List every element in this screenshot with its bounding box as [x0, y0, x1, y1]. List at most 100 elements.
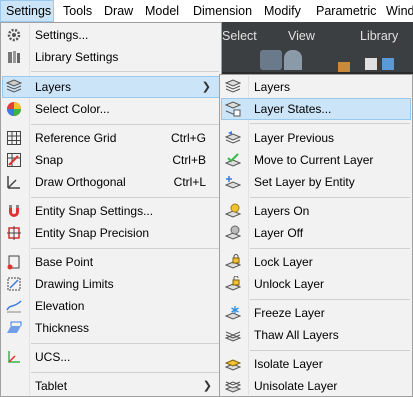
ribbon-background: Select View Library [220, 22, 413, 72]
menu-item-layers-on[interactable]: Layers On [221, 200, 411, 222]
ribbon-tool-icon[interactable] [260, 50, 282, 70]
menu-parametric[interactable]: Parametric [316, 0, 376, 22]
menu-separator [250, 197, 410, 198]
menu-item-base-point[interactable]: Base Point [2, 251, 220, 273]
menu-settings[interactable]: Settings [0, 0, 54, 22]
menu-separator [250, 123, 410, 124]
menu-dimension[interactable]: Dimension [193, 0, 252, 22]
menu-bar: Settings Tools Draw Model Dimension Modi… [0, 0, 413, 23]
menu-item-drawing-limits[interactable]: Drawing Limits [2, 273, 220, 295]
ribbon-tool-icon[interactable] [382, 58, 394, 70]
bulb-off-icon [225, 225, 241, 240]
menu-item-label: Thickness [35, 321, 90, 335]
menu-item-reference-grid[interactable]: Reference Grid Ctrl+G [2, 127, 220, 149]
menu-item-layer-previous[interactable]: Layer Previous [221, 127, 411, 149]
menu-item-layer-states[interactable]: Layer States... [221, 98, 411, 120]
menu-item-ucs[interactable]: UCS... [2, 346, 220, 368]
menu-item-label: Isolate Layer [254, 357, 323, 371]
menu-item-move-to-current-layer[interactable]: Move to Current Layer [221, 149, 411, 171]
menu-item-lock-layer[interactable]: Lock Layer [221, 251, 411, 273]
menu-item-entity-snap-settings[interactable]: Entity Snap Settings... [2, 200, 220, 222]
menu-item-thaw-all-layers[interactable]: Thaw All Layers [221, 324, 411, 346]
menu-item-library-settings[interactable]: Library Settings [2, 46, 220, 68]
menu-item-settings[interactable]: Settings... [2, 24, 220, 46]
menu-item-label: Move to Current Layer [254, 153, 374, 167]
menu-item-label: UCS... [35, 350, 71, 364]
menu-item-select-color[interactable]: Select Color... [2, 98, 220, 120]
menu-item-label: Layer States... [254, 102, 332, 116]
ortho-icon [7, 176, 20, 189]
menu-separator [31, 372, 219, 373]
menu-item-layer-off[interactable]: Layer Off [221, 222, 411, 244]
drawing-limits-icon [7, 277, 21, 291]
layer-states-icon [225, 101, 241, 117]
menu-item-label: Lock Layer [254, 255, 313, 269]
menu-separator [31, 124, 219, 125]
ucs-icon [8, 351, 20, 363]
menu-item-layers[interactable]: Layers ❯ [2, 76, 220, 98]
menu-tools[interactable]: Tools [63, 0, 92, 22]
shortcut-label: Ctrl+G [170, 131, 206, 145]
menu-separator [31, 197, 219, 198]
base-point-icon [7, 255, 20, 270]
menu-item-label: Thaw All Layers [254, 328, 339, 342]
menu-item-label: Set Layer by Entity [254, 175, 355, 189]
menu-draw[interactable]: Draw [104, 0, 133, 22]
settings-menu: Settings... Library Settings Layers ❯ Se… [0, 22, 222, 397]
unlock-icon [225, 276, 241, 291]
tab-library[interactable]: Library [360, 26, 398, 46]
menu-model[interactable]: Model [145, 0, 179, 22]
ribbon-tool-icon[interactable] [365, 58, 377, 70]
menu-separator [31, 71, 219, 72]
shortcut-label: Ctrl+L [173, 175, 206, 189]
layers-icon [6, 79, 22, 93]
elevation-icon [6, 300, 22, 313]
menu-separator [31, 343, 219, 344]
snap-icon [7, 153, 21, 167]
ribbon-tool-icon[interactable] [284, 50, 302, 70]
isolate-icon [225, 359, 241, 371]
menu-item-label: Unisolate Layer [254, 379, 338, 393]
layers-submenu: Layers Layer States... Layer Previous Mo… [219, 74, 413, 397]
gear-icon [7, 28, 21, 42]
menu-item-label: Tablet [35, 379, 68, 393]
menu-separator [250, 248, 410, 249]
menu-item-label: Entity Snap Settings... [35, 204, 154, 218]
menu-item-label: Layers [35, 80, 72, 94]
menu-item-label: Layer Off [254, 226, 304, 240]
menu-item-draw-orthogonal[interactable]: Draw Orthogonal Ctrl+L [2, 171, 220, 193]
ribbon-tool-icon[interactable] [338, 62, 350, 72]
menu-item-elevation[interactable]: Elevation [2, 295, 220, 317]
menu-separator [250, 350, 410, 351]
menu-item-entity-snap-precision[interactable]: Entity Snap Precision [2, 222, 220, 244]
menu-item-thickness[interactable]: Thickness [2, 317, 220, 339]
menu-item-label: Layers On [254, 204, 310, 218]
menu-item-freeze-layer[interactable]: Freeze Layer [221, 302, 411, 324]
lock-icon [225, 254, 241, 269]
unisolate-icon [225, 381, 241, 393]
tab-view[interactable]: View [288, 26, 315, 46]
bulb-on-icon [225, 203, 241, 218]
menu-item-unisolate-layer[interactable]: Unisolate Layer [221, 375, 411, 397]
tab-select[interactable]: Select [222, 26, 257, 46]
set-layer-icon [225, 176, 241, 189]
move-to-layer-icon [225, 153, 241, 167]
menu-item-label: Layers [254, 80, 291, 94]
grid-icon [7, 131, 21, 145]
menu-item-label: Settings... [35, 28, 89, 42]
menu-modify[interactable]: Modify [264, 0, 301, 22]
menu-item-isolate-layer[interactable]: Isolate Layer [221, 353, 411, 375]
menu-item-label: Library Settings [35, 50, 119, 64]
menu-separator [31, 248, 219, 249]
snap-precision-icon [7, 226, 21, 240]
shortcut-label: Ctrl+B [172, 153, 206, 167]
menu-item-layers[interactable]: Layers [221, 76, 411, 98]
menu-item-label: Freeze Layer [254, 306, 325, 320]
menu-item-tablet[interactable]: Tablet ❯ [2, 375, 220, 397]
menu-item-unlock-layer[interactable]: Unlock Layer [221, 273, 411, 295]
menu-item-label: Base Point [35, 255, 94, 269]
menu-item-set-layer-by-entity[interactable]: Set Layer by Entity [221, 171, 411, 193]
menu-window[interactable]: Wind [386, 0, 413, 22]
thickness-icon [7, 321, 22, 333]
menu-item-snap[interactable]: Snap Ctrl+B [2, 149, 220, 171]
